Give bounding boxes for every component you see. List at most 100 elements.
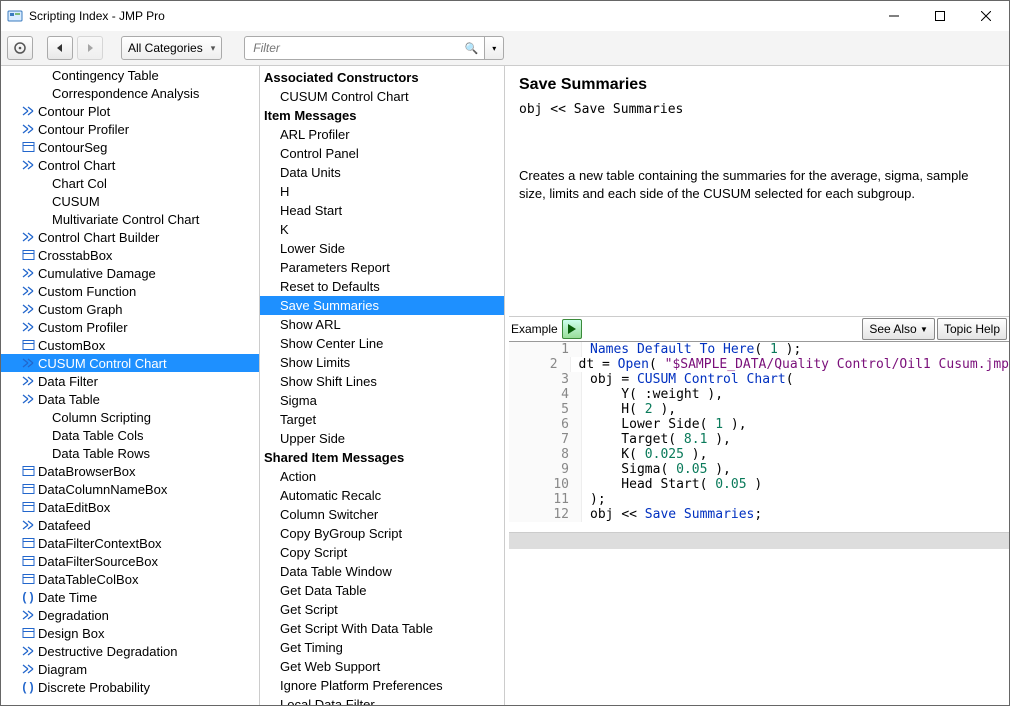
tree-item-label: Date Time [38,590,97,605]
tree-item[interactable]: Contingency Table [1,66,259,84]
home-button[interactable] [7,36,33,60]
message-item[interactable]: Data Table Window [260,562,504,581]
message-item[interactable]: Head Start [260,201,504,220]
app-window: Scripting Index - JMP Pro All Categories… [0,0,1010,706]
tree-item-label: Column Scripting [52,410,151,425]
message-item[interactable]: Get Script [260,600,504,619]
tree-item[interactable]: DataEditBox [1,498,259,516]
message-item[interactable]: Sigma [260,391,504,410]
message-item[interactable]: Show Shift Lines [260,372,504,391]
message-item[interactable]: Get Script With Data Table [260,619,504,638]
tree-item[interactable]: Column Scripting [1,408,259,426]
message-item[interactable]: Parameters Report [260,258,504,277]
tree-item-label: Design Box [38,626,104,641]
message-item[interactable]: Column Switcher [260,505,504,524]
tree-item[interactable]: Custom Function [1,282,259,300]
tree-item[interactable]: DataTableColBox [1,570,259,588]
tree-item-label: Data Filter [38,374,98,389]
tree-item[interactable]: Datafeed [1,516,259,534]
tree-item[interactable]: CUSUM Control Chart [1,354,259,372]
message-item[interactable]: Copy ByGroup Script [260,524,504,543]
tree-item[interactable]: Custom Graph [1,300,259,318]
filter-dropdown[interactable]: ▾ [485,36,504,60]
message-item[interactable]: Get Timing [260,638,504,657]
close-button[interactable] [963,1,1009,31]
message-item[interactable]: Lower Side [260,239,504,258]
tree-item[interactable]: DataColumnNameBox [1,480,259,498]
message-item[interactable]: Local Data Filter [260,695,504,705]
tree-item[interactable]: DataBrowserBox [1,462,259,480]
dbl-icon [21,644,35,658]
message-item[interactable]: Copy Script [260,543,504,562]
message-item[interactable]: K [260,220,504,239]
forward-button[interactable] [77,36,103,60]
tree-item-label: Contour Plot [38,104,110,119]
message-item[interactable]: Get Data Table [260,581,504,600]
tree-item[interactable]: ( )Discrete Probability [1,678,259,696]
tree-item[interactable]: Data Filter [1,372,259,390]
message-item[interactable]: ARL Profiler [260,125,504,144]
filter-input[interactable] [251,40,464,56]
message-item[interactable]: Action [260,467,504,486]
category-combo[interactable]: All Categories ▾ [121,36,222,60]
tree-item-label: Data Table Rows [52,446,150,461]
message-item[interactable]: Upper Side [260,429,504,448]
tree-item[interactable]: DataFilterContextBox [1,534,259,552]
blank-icon [35,446,49,460]
tree-item[interactable]: DataFilterSourceBox [1,552,259,570]
tree-item[interactable]: Data Table [1,390,259,408]
message-item[interactable]: Show ARL [260,315,504,334]
tree-item[interactable]: CUSUM [1,192,259,210]
topic-help-button[interactable]: Topic Help [937,318,1007,340]
message-item[interactable]: Save Summaries [260,296,504,315]
tree-item-label: DataEditBox [38,500,110,515]
tree-item[interactable]: Data Table Cols [1,426,259,444]
tree-item[interactable]: Degradation [1,606,259,624]
see-also-button[interactable]: See Also ▼ [862,318,935,340]
message-item[interactable]: Reset to Defaults [260,277,504,296]
minimize-button[interactable] [871,1,917,31]
tree-item[interactable]: Contour Plot [1,102,259,120]
run-example-button[interactable] [562,319,582,339]
tree-item-label: DataColumnNameBox [38,482,167,497]
tree-item-label: Control Chart [38,158,115,173]
message-item[interactable]: Get Web Support [260,657,504,676]
tree-item[interactable]: Diagram [1,660,259,678]
tree-item-label: Discrete Probability [38,680,150,695]
message-item[interactable]: Show Center Line [260,334,504,353]
filter-input-wrap[interactable]: 🔍 [244,36,485,60]
tree-item[interactable]: Destructive Degradation [1,642,259,660]
detail-pane: Save Summaries obj << Save Summaries Cre… [505,66,1009,705]
example-code[interactable]: 1Names Default To Here( 1 );2dt = Open( … [509,342,1009,533]
message-item[interactable]: Data Units [260,163,504,182]
example-label: Example [511,322,558,336]
tree-item[interactable]: CrosstabBox [1,246,259,264]
tree-item[interactable]: Data Table Rows [1,444,259,462]
back-button[interactable] [47,36,73,60]
message-item[interactable]: CUSUM Control Chart [260,87,504,106]
tree-item[interactable]: Control Chart Builder [1,228,259,246]
message-item[interactable]: Control Panel [260,144,504,163]
message-item[interactable]: Automatic Recalc [260,486,504,505]
detail-signature: obj << Save Summaries [519,102,995,117]
tree-item[interactable]: Contour Profiler [1,120,259,138]
object-tree[interactable]: Contingency TableCorrespondence Analysis… [1,66,260,705]
tree-item[interactable]: Cumulative Damage [1,264,259,282]
message-item[interactable]: Target [260,410,504,429]
tree-item[interactable]: ContourSeg [1,138,259,156]
message-item[interactable]: Ignore Platform Preferences [260,676,504,695]
message-item[interactable]: Show Limits [260,353,504,372]
tree-item[interactable]: Multivariate Control Chart [1,210,259,228]
maximize-button[interactable] [917,1,963,31]
detail-description: Creates a new table containing the summa… [519,167,995,202]
tree-item-label: DataTableColBox [38,572,138,587]
tree-item[interactable]: Correspondence Analysis [1,84,259,102]
tree-item[interactable]: CustomBox [1,336,259,354]
message-item[interactable]: H [260,182,504,201]
tree-item[interactable]: ( )Date Time [1,588,259,606]
tree-item[interactable]: Control Chart [1,156,259,174]
tree-item[interactable]: Design Box [1,624,259,642]
tree-item[interactable]: Chart Col [1,174,259,192]
tree-item[interactable]: Custom Profiler [1,318,259,336]
message-list[interactable]: Associated ConstructorsCUSUM Control Cha… [260,66,505,705]
